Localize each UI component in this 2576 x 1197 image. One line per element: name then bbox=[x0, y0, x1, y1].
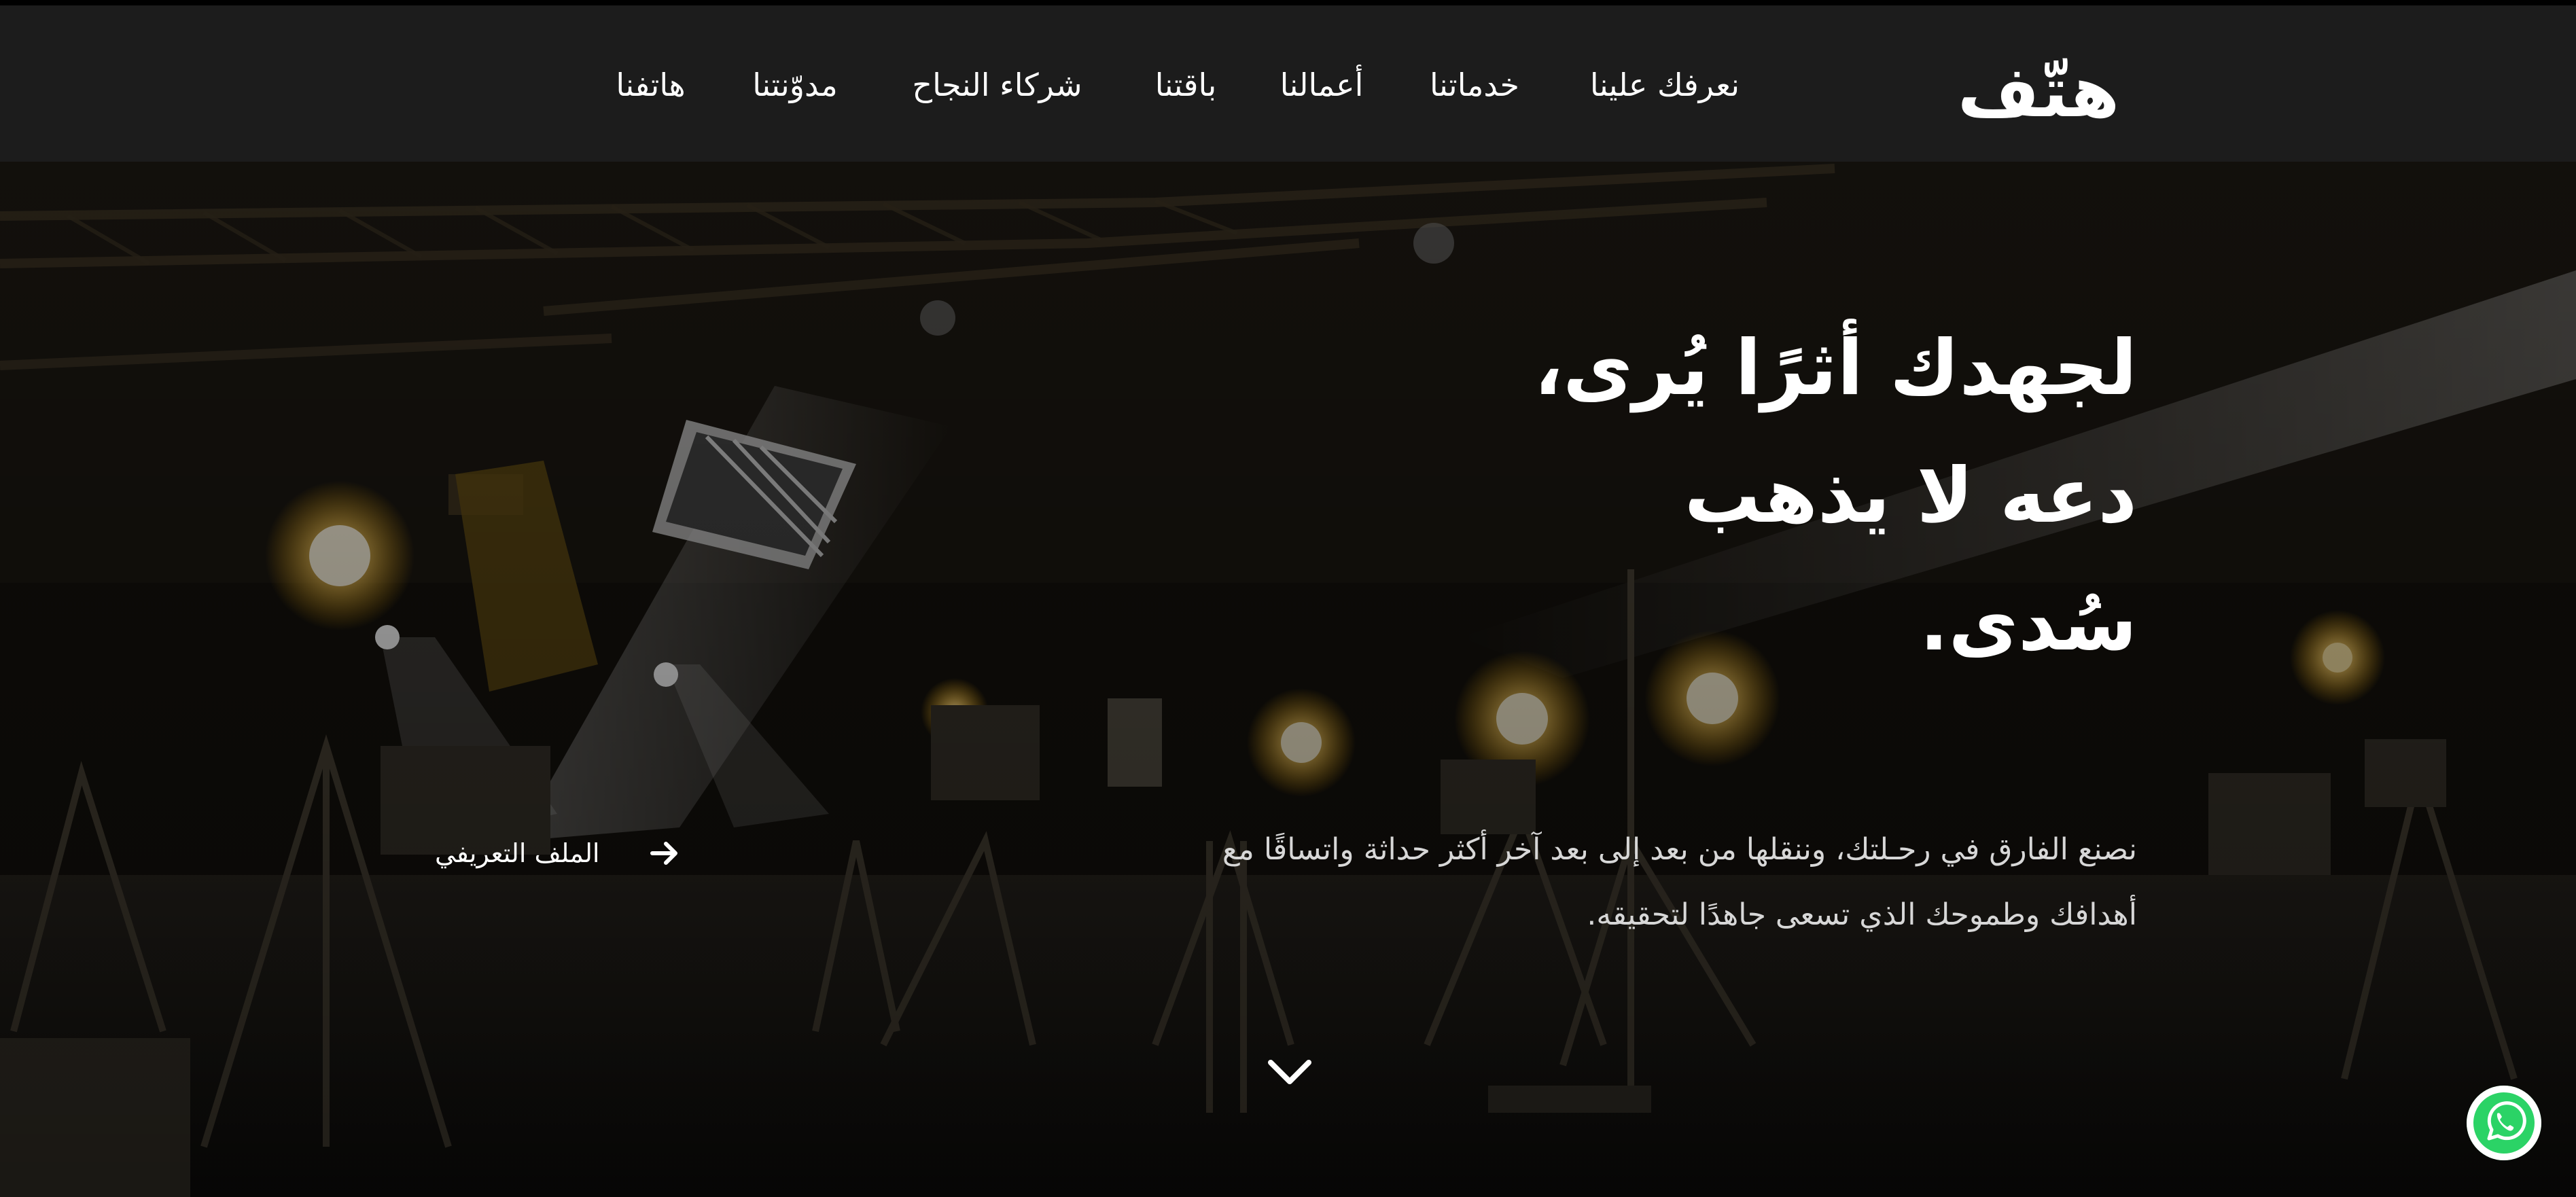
nav-item-services[interactable]: خدماتنا bbox=[1424, 62, 1525, 107]
site-header: هتّف نعرفك علينا خدماتنا أعمالنا باقتنا … bbox=[0, 5, 2576, 162]
nav-item-blog[interactable]: مدوّنتنا bbox=[747, 62, 843, 107]
hero-description: نصنع الفارق في رحـلتك، وننقلها من بعد إل… bbox=[1033, 817, 2137, 948]
whatsapp-button[interactable] bbox=[2467, 1086, 2541, 1160]
nav-item-partners[interactable]: شركاء النجاح bbox=[900, 62, 1094, 107]
nav-item-packages[interactable]: باقتنا bbox=[1152, 62, 1220, 107]
nav-item-contact[interactable]: هاتفنا bbox=[612, 62, 690, 107]
headline-line-3: سُدى. bbox=[1919, 579, 2137, 668]
top-strip bbox=[0, 0, 2576, 5]
chevron-down-icon[interactable] bbox=[1265, 1053, 1314, 1091]
main-nav: نعرفك علينا خدماتنا أعمالنا باقتنا شركاء… bbox=[0, 5, 2576, 162]
nav-item-about[interactable]: نعرفك علينا bbox=[1583, 62, 1746, 107]
company-profile-label: الملف التعريفي bbox=[435, 838, 600, 868]
headline-line-1: لجهدك أثرًا يُرى، bbox=[1534, 324, 2137, 412]
hero-headline: لجهدك أثرًا يُرى، دعه لا يذهب سُدى. bbox=[1427, 304, 2137, 687]
description-line-1: نصنع الفارق في رحـلتك، وننقلها من بعد إل… bbox=[1222, 832, 2137, 867]
studio-background-image bbox=[0, 162, 2576, 1197]
company-profile-button[interactable]: الملف التعريفي bbox=[435, 819, 720, 887]
whatsapp-icon bbox=[2469, 1088, 2539, 1158]
arrow-right-icon bbox=[650, 842, 678, 865]
hero-section: لجهدك أثرًا يُرى، دعه لا يذهب سُدى. نصنع… bbox=[0, 162, 2576, 1197]
nav-item-works[interactable]: أعمالنا bbox=[1277, 62, 1366, 107]
headline-line-2: دعه لا يذهب bbox=[1684, 452, 2137, 540]
description-line-2: أهدافك وطموحك الذي تسعى جاهدًا لتحقيقه. bbox=[1587, 897, 2137, 932]
